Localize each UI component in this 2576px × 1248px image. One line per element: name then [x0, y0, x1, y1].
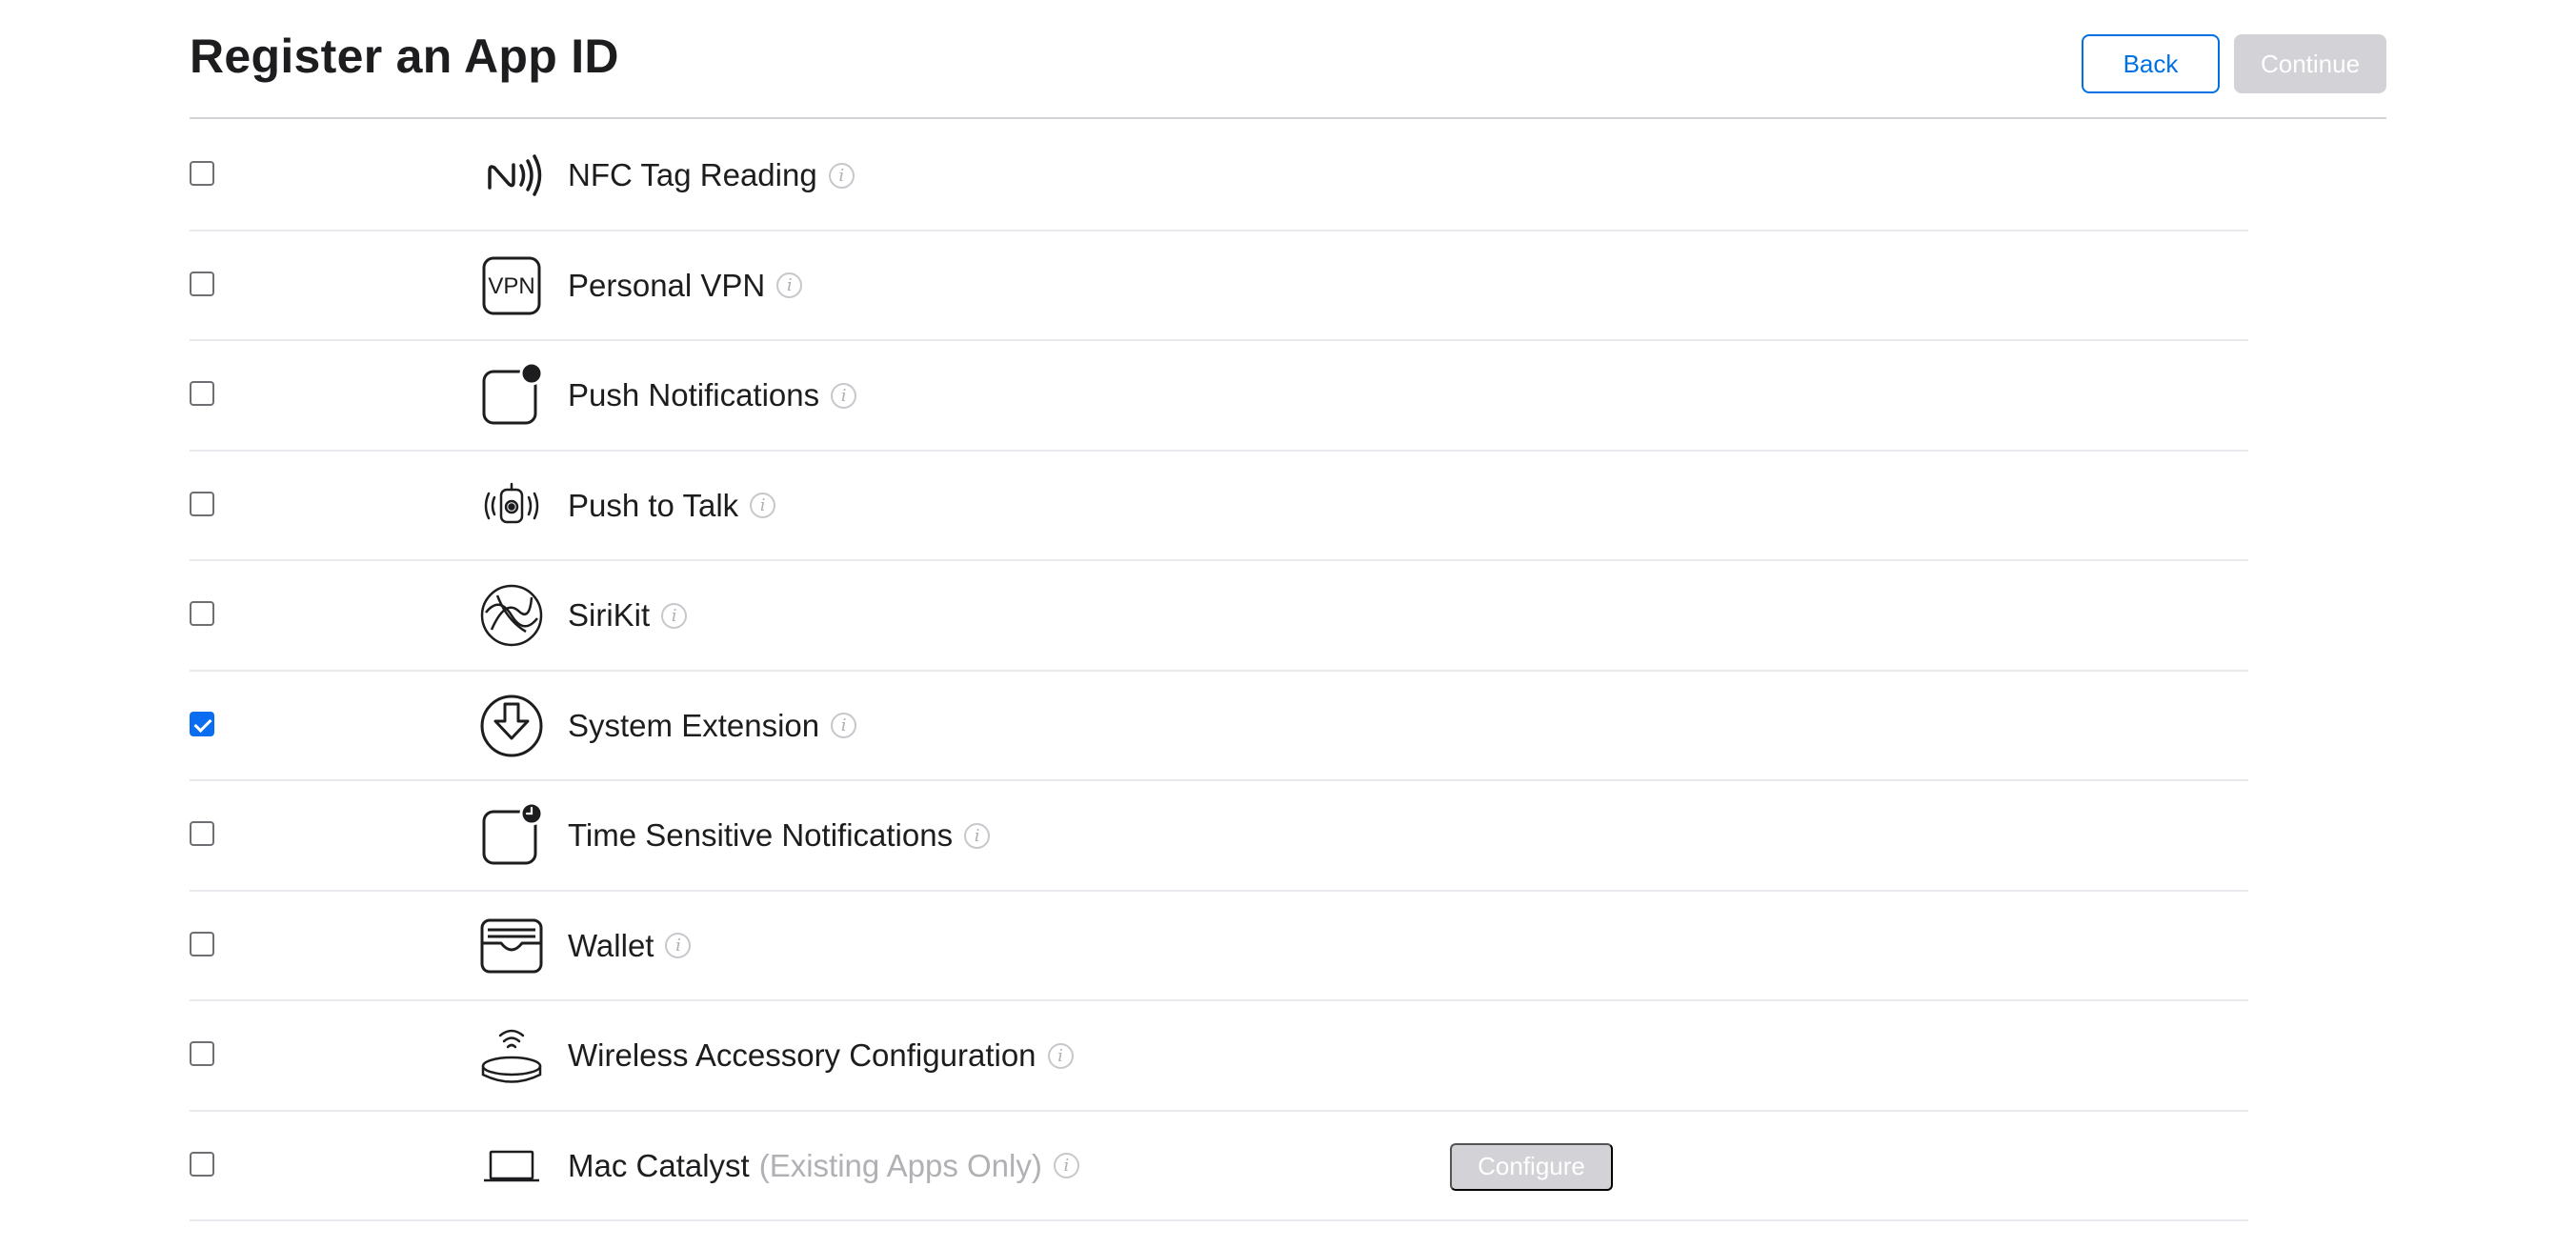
- info-icon[interactable]: i: [776, 272, 803, 298]
- capability-row-wallet: Wallet i: [190, 892, 2248, 1001]
- mac-catalyst-checkbox[interactable]: [190, 1151, 214, 1177]
- info-icon[interactable]: i: [1047, 1042, 1074, 1069]
- capability-label: SiriKit: [568, 597, 651, 633]
- capability-label: Push to Talk: [568, 487, 739, 523]
- push-notifications-checkbox[interactable]: [190, 381, 214, 406]
- capability-label: System Extension: [568, 707, 820, 743]
- page-header: Register an App ID Back Continue: [190, 0, 2386, 119]
- system-extension-checkbox[interactable]: [190, 711, 214, 736]
- wallet-checkbox[interactable]: [190, 931, 214, 956]
- capability-row-wireless-accessory-configuration: Wireless Accessory Configuration i: [190, 1001, 2248, 1112]
- push-notification-icon: [478, 362, 545, 429]
- vpn-icon-text: VPN: [488, 273, 534, 299]
- capability-row-time-sensitive-notifications: Time Sensitive Notifications i: [190, 781, 2248, 892]
- push-to-talk-icon: [478, 473, 545, 539]
- mac-catalyst-icon: [478, 1133, 545, 1199]
- capability-row-push-notifications: Push Notifications i: [190, 341, 2248, 452]
- capability-row-mac-catalyst: Mac Catalyst (Existing Apps Only) i Conf…: [190, 1112, 2248, 1221]
- nfc-tag-reading-checkbox[interactable]: [190, 161, 214, 186]
- info-icon[interactable]: i: [661, 602, 688, 629]
- configure-button[interactable]: Configure: [1450, 1142, 1613, 1191]
- capability-row-sirikit: SiriKit i: [190, 561, 2248, 672]
- capability-row-push-to-talk: Push to Talk i: [190, 452, 2248, 561]
- capability-label: Mac Catalyst: [568, 1147, 750, 1183]
- vpn-icon: VPN: [478, 252, 545, 319]
- page-title: Register an App ID: [190, 30, 619, 83]
- time-sensitive-icon: [478, 802, 545, 869]
- capability-label: Personal VPN: [568, 267, 766, 303]
- info-icon[interactable]: i: [964, 822, 991, 849]
- info-icon[interactable]: i: [750, 493, 776, 518]
- capability-label: Wallet: [568, 927, 654, 963]
- wireless-accessory-configuration-checkbox[interactable]: [190, 1041, 214, 1066]
- register-app-id-page: Register an App ID Back Continue NFC Tag…: [0, 0, 2576, 1248]
- time-sensitive-notifications-checkbox[interactable]: [190, 821, 214, 846]
- sirikit-checkbox[interactable]: [190, 601, 214, 626]
- capability-label: Time Sensitive Notifications: [568, 817, 954, 853]
- system-extension-icon: [478, 693, 545, 759]
- capability-label: Wireless Accessory Configuration: [568, 1037, 1036, 1073]
- capabilities-list: NFC Tag Reading i VPN Personal VPN i Pus…: [190, 121, 2248, 1221]
- wallet-icon: [478, 913, 545, 979]
- continue-button[interactable]: Continue: [2234, 34, 2386, 93]
- info-icon[interactable]: i: [665, 933, 692, 958]
- info-icon[interactable]: i: [831, 382, 857, 409]
- capability-row-nfc-tag-reading: NFC Tag Reading i: [190, 121, 2248, 231]
- capability-row-system-extension: System Extension i: [190, 672, 2248, 781]
- capability-note: (Existing Apps Only): [758, 1147, 1042, 1183]
- info-icon[interactable]: i: [828, 162, 855, 189]
- capability-label: NFC Tag Reading: [568, 157, 817, 192]
- push-to-talk-checkbox[interactable]: [190, 491, 214, 516]
- wireless-accessory-icon: [478, 1022, 545, 1089]
- info-icon[interactable]: i: [1053, 1153, 1079, 1178]
- info-icon[interactable]: i: [831, 713, 857, 738]
- sirikit-icon: [478, 582, 545, 649]
- personal-vpn-checkbox[interactable]: [190, 271, 214, 296]
- back-button[interactable]: Back: [2082, 34, 2220, 93]
- nfc-icon: [478, 142, 545, 209]
- capability-row-personal-vpn: VPN Personal VPN i: [190, 231, 2248, 341]
- capability-label: Push Notifications: [568, 377, 820, 413]
